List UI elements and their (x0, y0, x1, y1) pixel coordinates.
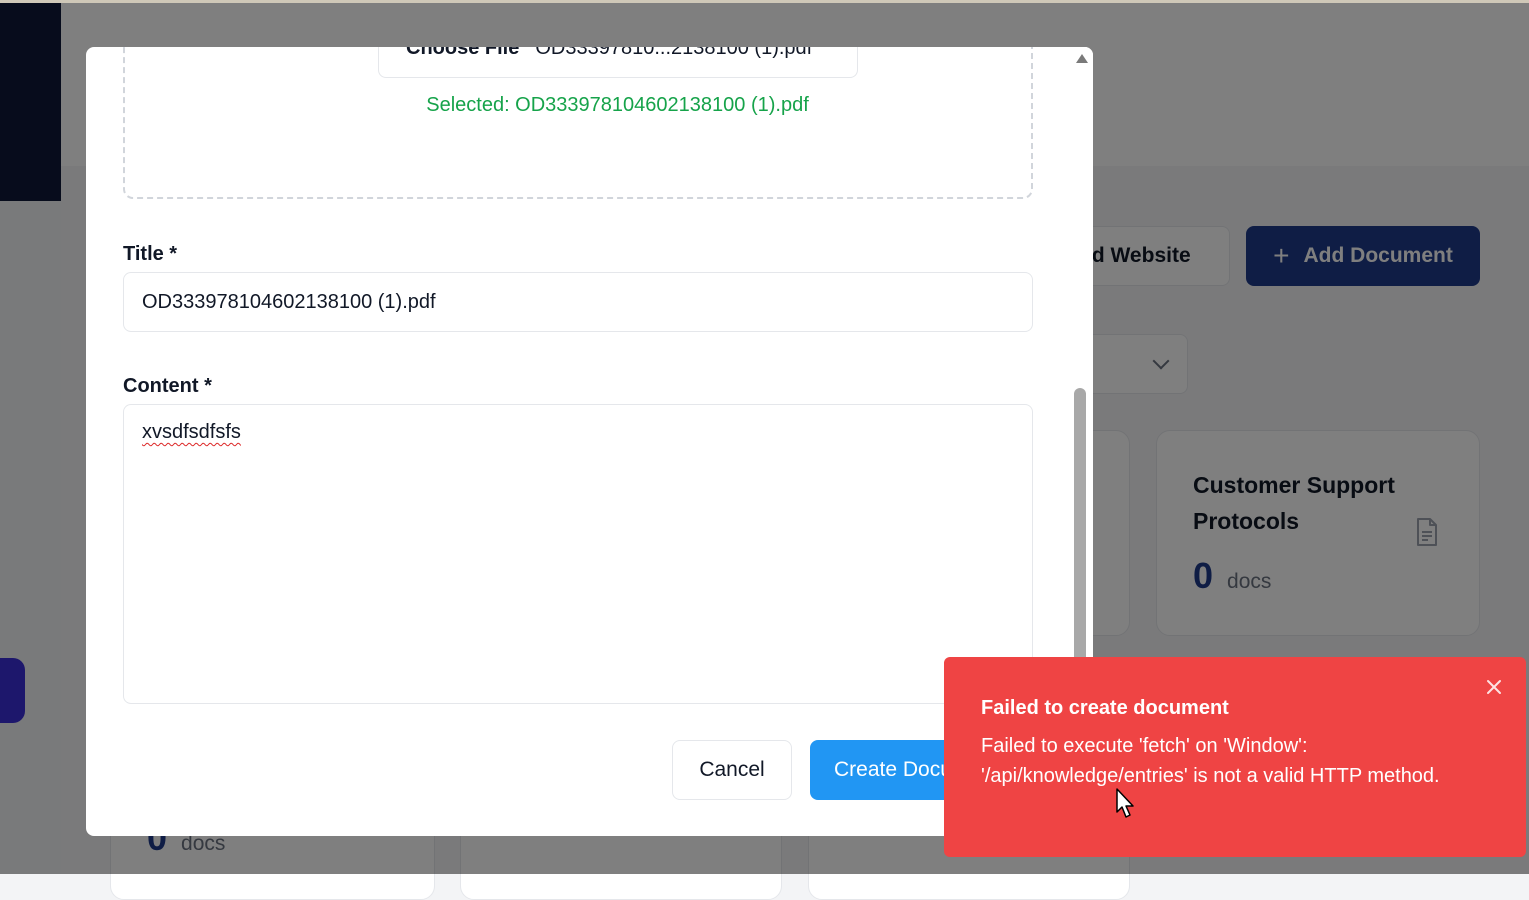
file-input[interactable]: Choose File OD33397810...2138100 (1).pdf (378, 47, 858, 78)
close-icon[interactable] (1484, 677, 1504, 697)
title-label: Title * (123, 243, 178, 265)
cancel-button[interactable]: Cancel (672, 740, 792, 800)
selected-file-text: Selected: OD333978104602138100 (1).pdf (426, 94, 809, 116)
file-dropzone[interactable]: Choose File OD33397810...2138100 (1).pdf… (123, 47, 1033, 199)
cancel-button-label: Cancel (699, 758, 765, 781)
error-toast: Failed to create document Failed to exec… (944, 657, 1526, 857)
scrollbar-thumb[interactable] (1074, 388, 1086, 668)
toast-title: Failed to create document (981, 697, 1229, 719)
create-document-modal: Choose File OD33397810...2138100 (1).pdf… (86, 47, 1093, 836)
mouse-cursor-icon (1116, 788, 1134, 818)
content-textarea[interactable]: xvsdfsdfsfs (123, 404, 1033, 704)
content-textarea-value: xvsdfsdfsfs (142, 421, 241, 443)
choose-file-button[interactable]: Choose File (379, 47, 535, 60)
content-label: Content * (123, 375, 212, 397)
title-input[interactable]: OD333978104602138100 (1).pdf (123, 272, 1033, 332)
title-input-value: OD333978104602138100 (1).pdf (142, 290, 436, 313)
chosen-file-name: OD33397810...2138100 (1).pdf (535, 47, 813, 59)
toast-message: Failed to execute 'fetch' on 'Window': '… (981, 735, 1440, 787)
scroll-up-arrow-icon[interactable] (1076, 54, 1088, 63)
